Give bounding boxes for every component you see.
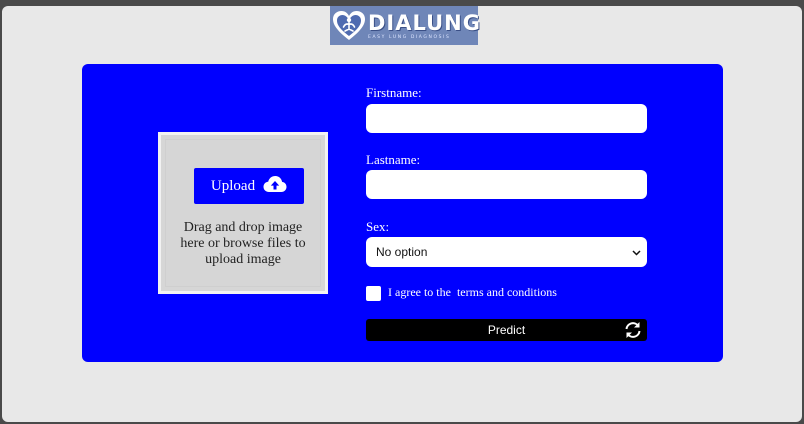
agree-text: I agree to the: [388, 285, 451, 299]
terms-agreement: I agree to the terms and conditions: [388, 285, 557, 300]
sex-label: Sex:: [366, 219, 390, 234]
chevron-down-icon: [632, 245, 641, 259]
firstname-label: Firstname:: [366, 85, 422, 100]
predict-label: Predict: [487, 323, 526, 337]
dropzone-hint: Drag and drop image here or browse files…: [180, 220, 306, 267]
upload-button[interactable]: Upload: [194, 168, 304, 204]
sex-select[interactable]: No option: [366, 237, 647, 267]
sex-select-value: No option: [376, 245, 428, 259]
lastname-label: Lastname:: [366, 152, 421, 167]
image-dropzone[interactable]: Upload Drag and drop image here or brows…: [158, 132, 328, 294]
heart-lungs-icon: [332, 8, 366, 44]
prediction-form-card: Upload Drag and drop image here or brows…: [82, 64, 723, 362]
firstname-input[interactable]: [366, 104, 647, 133]
dialung-logo: DIALUNG easy lung diagnosis: [330, 6, 481, 45]
app-window: DIALUNG easy lung diagnosis Upload Drag …: [2, 6, 802, 422]
logo-tagline: easy lung diagnosis: [368, 34, 451, 40]
terms-checkbox[interactable]: [366, 286, 381, 301]
refresh-icon: [623, 320, 643, 340]
logo-title: DIALUNG: [368, 10, 481, 35]
predict-button[interactable]: Predict: [366, 319, 647, 341]
upload-button-label: Upload: [210, 177, 256, 194]
cloud-upload-icon: [263, 175, 287, 198]
terms-link[interactable]: terms and conditions: [457, 285, 557, 300]
dropzone-inner: Upload Drag and drop image here or brows…: [165, 139, 321, 287]
lastname-input[interactable]: [366, 170, 647, 199]
